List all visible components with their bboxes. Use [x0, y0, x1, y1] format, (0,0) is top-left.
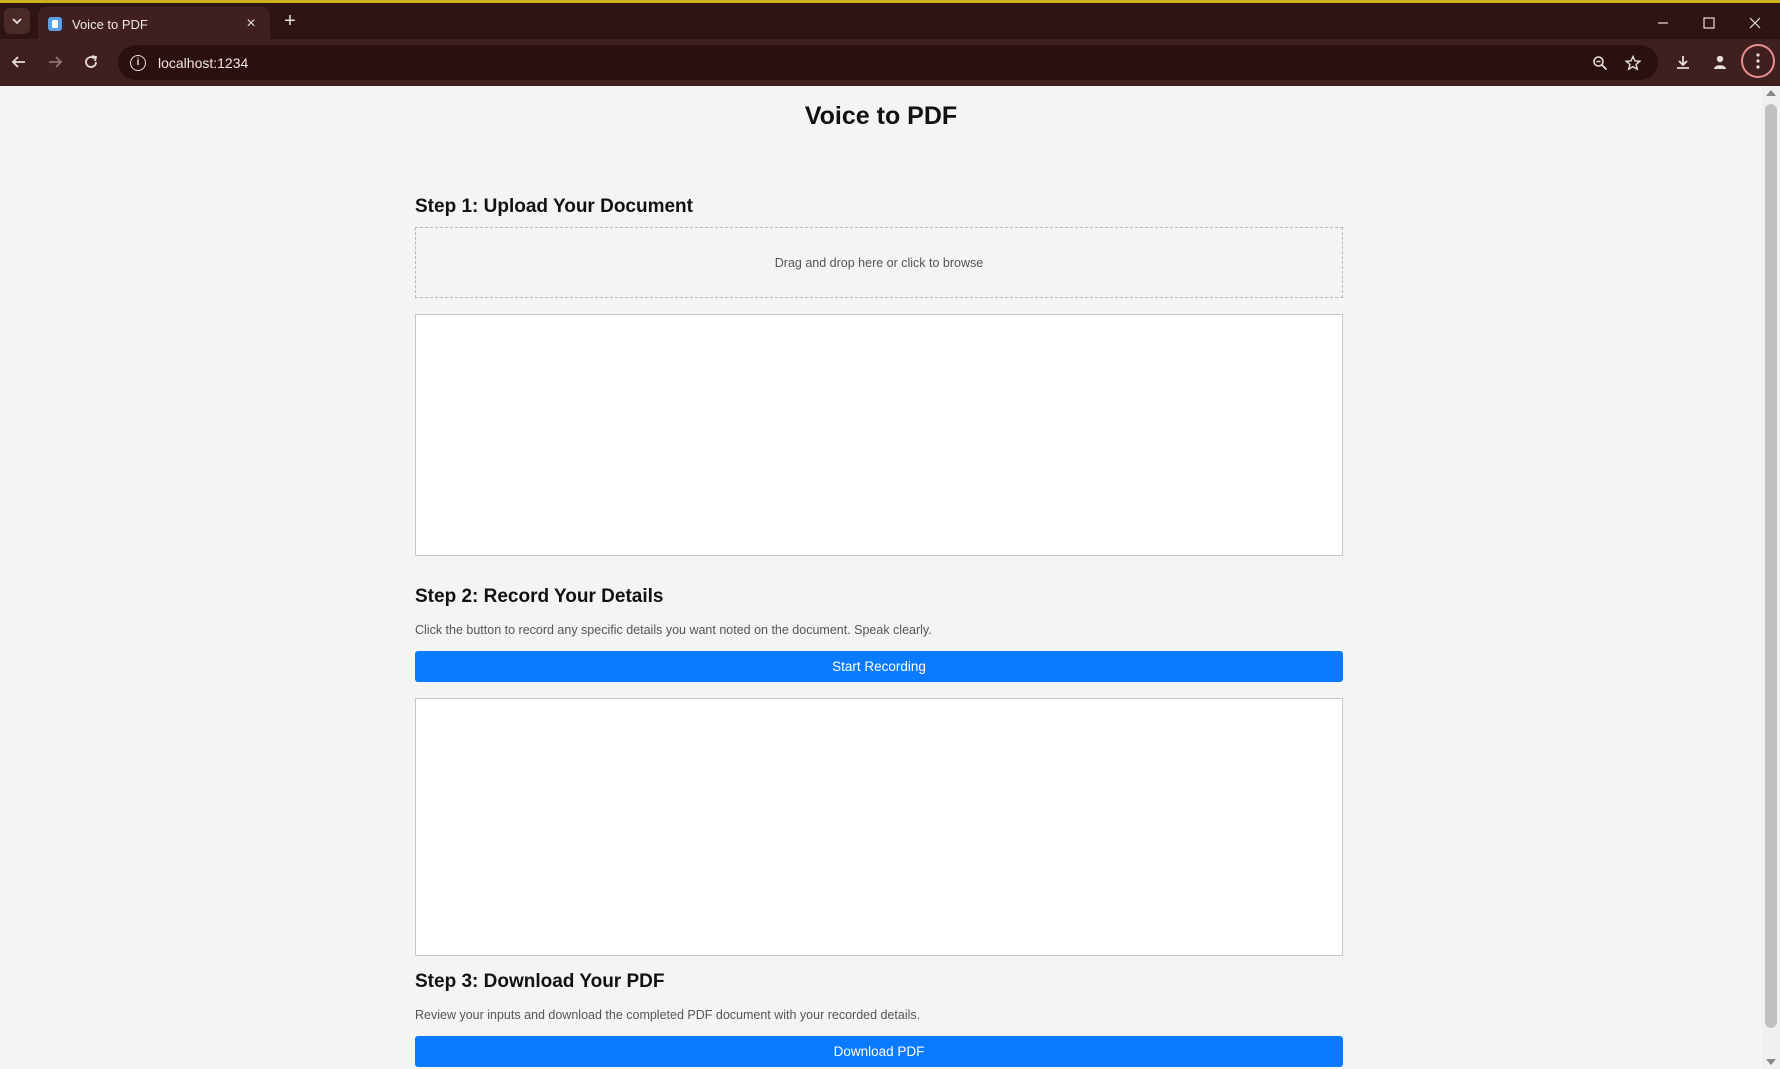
vertical-scrollbar[interactable]	[1762, 86, 1780, 1069]
minimize-icon	[1658, 22, 1668, 24]
document-preview-panel	[415, 314, 1343, 556]
forward-button[interactable]	[40, 47, 70, 77]
scroll-thumb[interactable]	[1765, 104, 1777, 1028]
step3-section: Step 3: Download Your PDF	[415, 971, 1343, 993]
browser-tab[interactable]: Voice to PDF ×	[38, 7, 270, 41]
info-icon[interactable]: i	[130, 54, 146, 71]
browser-toolbar: i localhost:1234	[0, 39, 1780, 86]
favicon-icon	[48, 17, 62, 31]
browser-menu-button[interactable]	[1741, 44, 1775, 78]
scroll-down-arrow-icon[interactable]	[1766, 1059, 1776, 1065]
new-tab-button[interactable]: +	[278, 9, 302, 33]
maximize-icon	[1703, 17, 1715, 29]
magnifier-icon	[1593, 55, 1608, 70]
maximize-button[interactable]	[1686, 6, 1732, 40]
step1-title: Step 1: Upload Your Document	[415, 196, 693, 217]
step3-description: Review your inputs and download the comp…	[415, 1008, 921, 1022]
step3-title: Step 3: Download Your PDF	[415, 971, 665, 992]
minimize-button[interactable]	[1640, 6, 1686, 40]
start-recording-button[interactable]: Start Recording	[415, 651, 1343, 682]
reload-icon	[85, 55, 98, 68]
profile-button[interactable]	[1705, 47, 1735, 77]
bookmark-star-icon[interactable]	[1618, 45, 1648, 80]
close-icon	[1749, 17, 1761, 29]
address-bar[interactable]: i localhost:1234	[118, 45, 1658, 80]
page-content: Voice to PDF Step 1: Upload Your Documen…	[0, 86, 1762, 1069]
zoom-icon[interactable]	[1585, 45, 1615, 80]
step2-title: Step 2: Record Your Details	[415, 586, 664, 607]
url-text[interactable]: localhost:1234	[158, 55, 248, 71]
file-dropzone[interactable]: Drag and drop here or click to browse	[415, 227, 1343, 298]
tab-title: Voice to PDF	[72, 16, 148, 32]
back-button[interactable]	[4, 47, 34, 77]
scroll-up-arrow-icon[interactable]	[1766, 90, 1776, 96]
arrow-right-icon	[49, 56, 63, 68]
download-pdf-button[interactable]: Download PDF	[415, 1036, 1343, 1067]
step2-section: Step 2: Record Your Details	[415, 586, 1343, 608]
tab-search-button[interactable]	[4, 8, 30, 34]
reload-button[interactable]	[76, 47, 106, 77]
download-icon	[1677, 56, 1689, 69]
arrow-left-icon	[11, 56, 25, 68]
star-icon	[1625, 54, 1641, 71]
tab-bar: Voice to PDF × +	[0, 3, 1780, 41]
downloads-button[interactable]	[1668, 47, 1698, 77]
chevron-down-icon	[12, 18, 22, 25]
close-icon[interactable]: ×	[242, 15, 260, 33]
step1-section: Step 1: Upload Your Document	[415, 196, 1343, 218]
transcription-panel	[415, 698, 1343, 956]
step2-description: Click the button to record any specific …	[415, 623, 932, 637]
close-window-button[interactable]	[1732, 6, 1778, 40]
person-icon	[1714, 55, 1726, 69]
page-title: Voice to PDF	[804, 102, 958, 130]
kebab-menu-icon	[1756, 53, 1760, 69]
